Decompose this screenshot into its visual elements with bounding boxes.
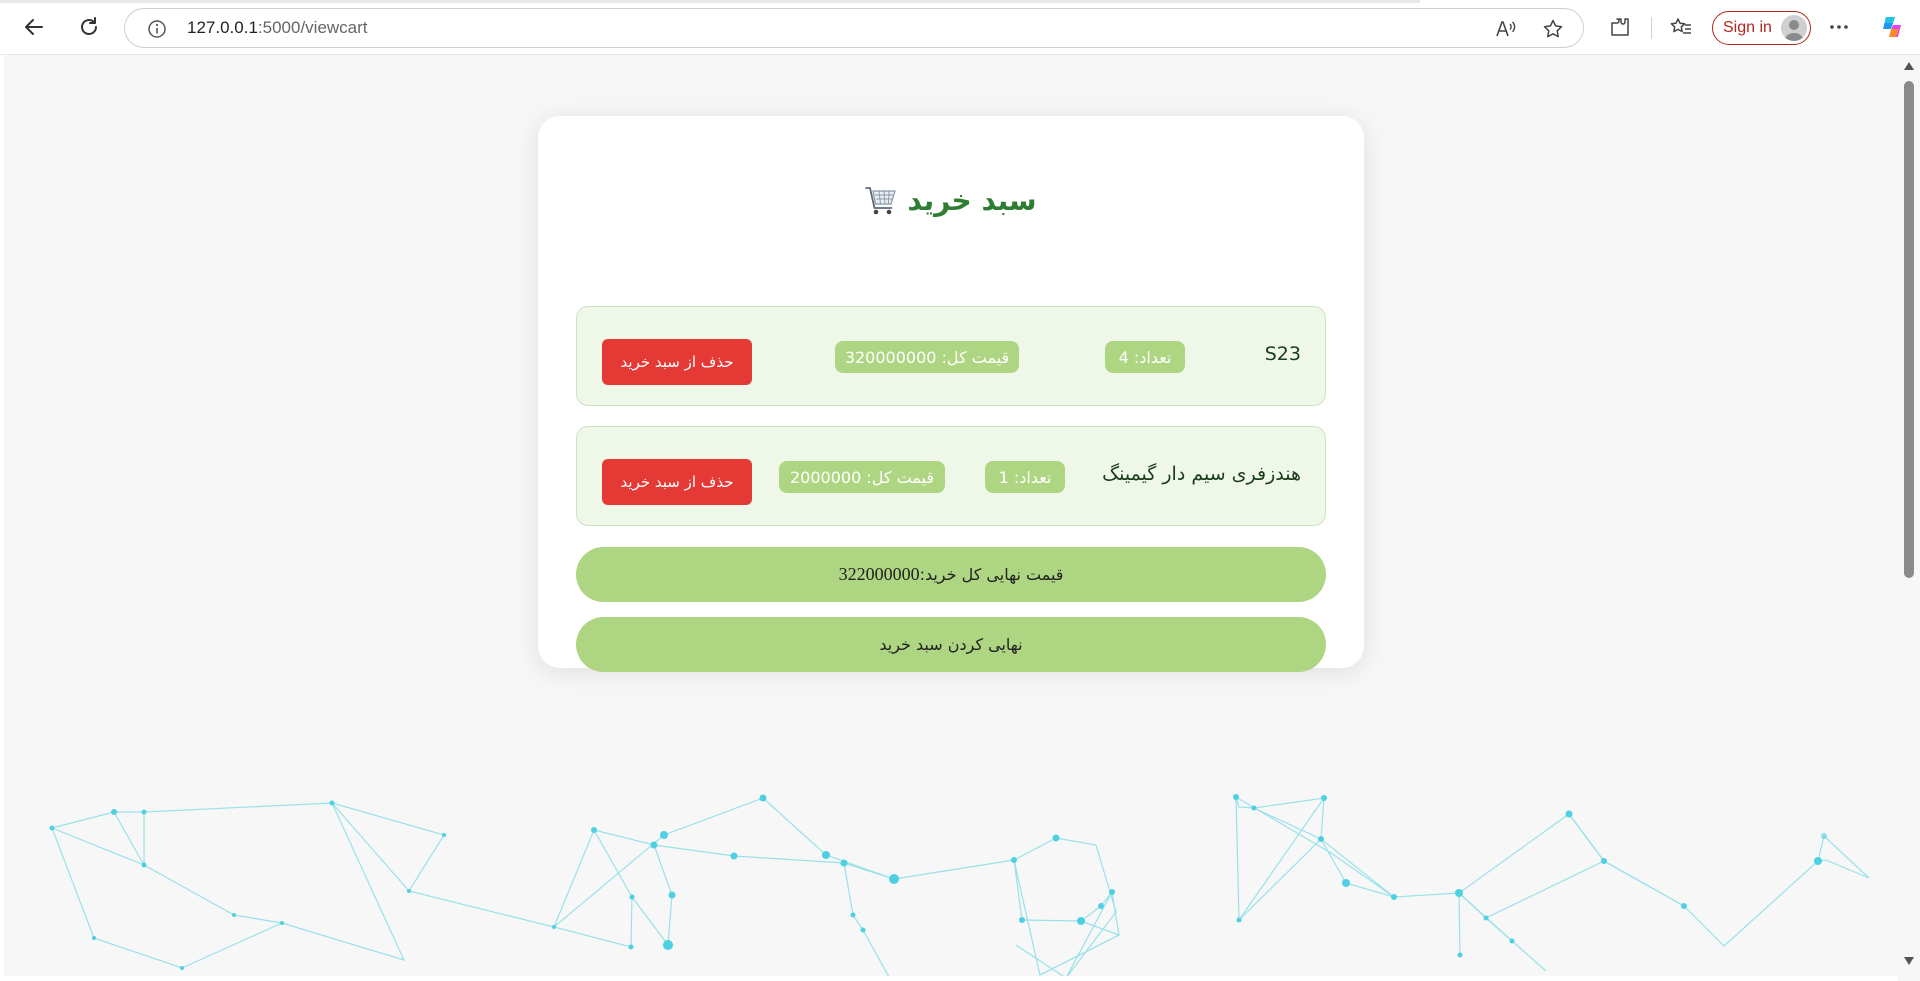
back-arrow-icon bbox=[25, 19, 43, 35]
reload-icon bbox=[81, 17, 97, 35]
quantity-badge: تعداد: 4 bbox=[1105, 341, 1185, 373]
cart-item: S23 تعداد: 4 قیمت کل: 320000000 حذف از س… bbox=[576, 306, 1326, 406]
grand-total-bar: قیمت نهایی کل خرید: 322000000 bbox=[576, 547, 1326, 602]
read-aloud-icon[interactable] bbox=[1495, 18, 1517, 40]
scroll-up-arrow-icon[interactable] bbox=[1903, 61, 1915, 71]
scroll-thumb[interactable] bbox=[1904, 81, 1914, 578]
scroll-down-arrow-icon[interactable] bbox=[1903, 956, 1915, 966]
grand-total-label: قیمت نهایی کل خرید: bbox=[919, 565, 1064, 584]
favorites-icon[interactable] bbox=[1667, 13, 1695, 41]
reload-button[interactable] bbox=[71, 9, 107, 45]
more-options-icon[interactable] bbox=[1825, 13, 1853, 41]
extensions-icon[interactable] bbox=[1606, 13, 1634, 41]
browser-toolbar: 127.0.0.1:5000/viewcart Sign in bbox=[0, 0, 1920, 55]
page-viewport: سبد خرید S23 تعداد: 4 قیمت کل: 320000000… bbox=[4, 55, 1898, 976]
url-text[interactable]: 127.0.0.1:5000/viewcart bbox=[187, 18, 368, 38]
url-host: 127.0.0.1 bbox=[187, 18, 258, 37]
grand-total-value: 322000000 bbox=[838, 564, 920, 584]
remove-from-cart-button[interactable]: حذف از سبد خرید bbox=[602, 459, 752, 505]
profile-icon bbox=[1784, 20, 1804, 41]
finalize-cart-button[interactable]: نهایی کردن سبد خرید bbox=[576, 617, 1326, 672]
item-total-badge: قیمت کل: 320000000 bbox=[835, 341, 1019, 373]
page-scrollbar[interactable] bbox=[1898, 55, 1920, 981]
remove-from-cart-button[interactable]: حذف از سبد خرید bbox=[602, 339, 752, 385]
site-info-icon[interactable] bbox=[147, 19, 167, 39]
copilot-icon[interactable] bbox=[1878, 13, 1906, 41]
cart-title-text: سبد خرید bbox=[907, 184, 1037, 217]
address-bar[interactable]: 127.0.0.1:5000/viewcart bbox=[124, 8, 1584, 48]
item-name: S23 bbox=[1264, 343, 1301, 365]
network-background-graphic bbox=[49, 794, 1870, 976]
item-total-badge: قیمت کل: 2000000 bbox=[779, 461, 945, 493]
favorite-star-icon[interactable] bbox=[1542, 18, 1564, 40]
tab-strip-edge bbox=[0, 0, 1420, 3]
cart-card: سبد خرید S23 تعداد: 4 قیمت کل: 320000000… bbox=[538, 116, 1364, 672]
url-path: :5000/viewcart bbox=[257, 18, 368, 37]
cart-item: هندزفری سیم دار گیمینگ تعداد: 1 قیمت کل:… bbox=[576, 426, 1326, 526]
sign-in-button[interactable]: Sign in bbox=[1712, 11, 1811, 45]
avatar bbox=[1781, 15, 1807, 41]
toolbar-divider bbox=[1651, 17, 1652, 39]
sign-in-label: Sign in bbox=[1723, 19, 1772, 36]
item-name: هندزفری سیم دار گیمینگ bbox=[1102, 463, 1301, 485]
back-button[interactable] bbox=[16, 9, 52, 45]
quantity-badge: تعداد: 1 bbox=[985, 461, 1065, 493]
shopping-cart-icon bbox=[865, 186, 897, 214]
cart-title: سبد خرید bbox=[538, 184, 1364, 217]
